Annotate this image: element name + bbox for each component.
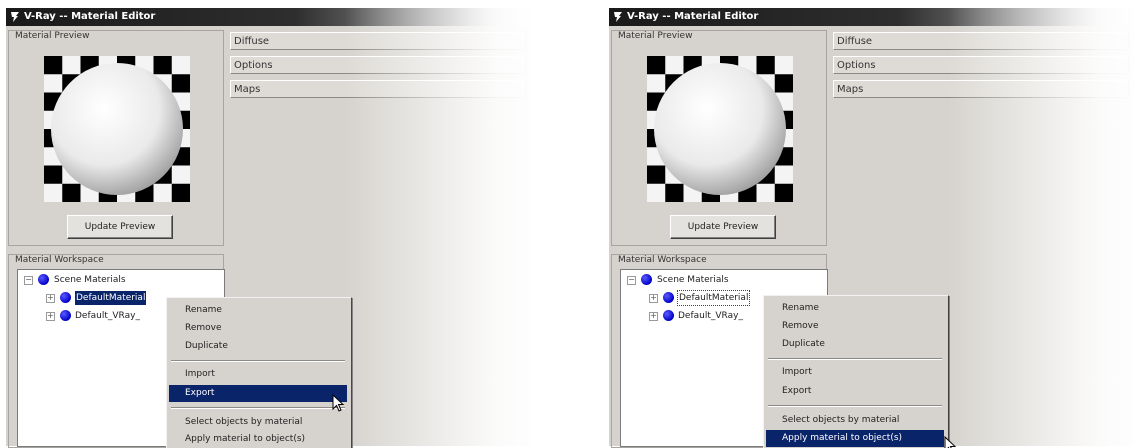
material-workspace-label: Material Workspace xyxy=(616,255,709,265)
material-workspace-label: Material Workspace xyxy=(13,255,106,265)
rollout-maps[interactable]: Maps xyxy=(833,80,1129,98)
menu-item-export[interactable]: Export xyxy=(766,383,944,400)
material-preview-group: Material Preview Update Preview xyxy=(611,30,827,246)
rollout-options[interactable]: Options xyxy=(833,56,1129,74)
menu-item-select-objects-by-material[interactable]: Select objects by material xyxy=(169,414,347,431)
menu-item-rename[interactable]: Rename xyxy=(169,302,347,319)
menu-item-select-objects-by-material[interactable]: Select objects by material xyxy=(766,412,944,429)
material-ball-icon xyxy=(641,274,652,285)
update-preview-button[interactable]: Update Preview xyxy=(670,215,776,239)
menu-separator xyxy=(171,360,345,362)
mouse-cursor-icon xyxy=(944,436,957,448)
menu-separator xyxy=(768,405,942,407)
material-editor-window: V-Ray -- Material Editor Material Previe… xyxy=(6,8,531,448)
menu-item-remove[interactable]: Remove xyxy=(169,320,347,337)
title-bar: V-Ray -- Material Editor xyxy=(6,8,531,26)
menu-item-duplicate[interactable]: Duplicate xyxy=(766,336,944,353)
expand-icon[interactable]: + xyxy=(46,312,55,321)
material-ball-icon xyxy=(60,310,71,321)
material-preview-sphere xyxy=(44,56,190,202)
rollout-diffuse[interactable]: Diffuse xyxy=(833,32,1129,50)
tree-item-label: Scene Materials xyxy=(657,275,729,285)
menu-item-export[interactable]: Export xyxy=(169,385,347,402)
material-ball-icon xyxy=(663,292,674,303)
expand-icon[interactable]: + xyxy=(649,312,658,321)
material-preview-group: Material Preview Update Preview xyxy=(8,30,224,246)
vray-app-icon xyxy=(614,12,622,22)
context-menu: Rename Remove Duplicate Import Export Se… xyxy=(763,295,949,448)
tree-item-label: DefaultMaterial xyxy=(676,290,751,306)
material-ball-icon xyxy=(663,310,674,321)
screenshot-panel-left: V-Ray -- Material Editor Material Previe… xyxy=(0,8,545,448)
material-preview-label: Material Preview xyxy=(13,31,92,41)
menu-item-apply-material[interactable]: Apply material to object(s) xyxy=(766,430,944,447)
material-preview-label: Material Preview xyxy=(616,31,695,41)
material-preview-sphere xyxy=(647,56,793,202)
collapse-icon[interactable]: − xyxy=(627,276,636,285)
menu-item-import[interactable]: Import xyxy=(766,364,944,381)
mouse-cursor-icon xyxy=(332,394,345,412)
tree-item-label: Default_VRay_ xyxy=(75,311,140,321)
menu-item-import[interactable]: Import xyxy=(169,366,347,383)
window-title: V-Ray -- Material Editor xyxy=(24,11,156,22)
expand-icon[interactable]: + xyxy=(46,294,55,303)
tree-item-scene-materials[interactable]: − Scene Materials xyxy=(625,273,815,287)
window-title: V-Ray -- Material Editor xyxy=(627,11,759,22)
menu-item-apply-material[interactable]: Apply material to object(s) xyxy=(169,431,347,448)
rollout-options[interactable]: Options xyxy=(230,56,526,74)
update-preview-button[interactable]: Update Preview xyxy=(67,215,173,239)
rollout-diffuse[interactable]: Diffuse xyxy=(230,32,526,50)
material-ball-icon xyxy=(60,292,71,303)
menu-separator xyxy=(171,407,345,409)
collapse-icon[interactable]: − xyxy=(24,276,33,285)
material-ball-icon xyxy=(38,274,49,285)
menu-separator xyxy=(768,358,942,360)
tree-item-label: Scene Materials xyxy=(54,275,126,285)
tree-item-scene-materials[interactable]: − Scene Materials xyxy=(22,273,212,287)
menu-item-remove[interactable]: Remove xyxy=(766,318,944,335)
rollout-maps[interactable]: Maps xyxy=(230,80,526,98)
vray-app-icon xyxy=(11,12,19,22)
material-editor-window: V-Ray -- Material Editor Material Previe… xyxy=(609,8,1134,448)
menu-item-rename[interactable]: Rename xyxy=(766,300,944,317)
menu-item-duplicate[interactable]: Duplicate xyxy=(169,338,347,355)
context-menu: Rename Remove Duplicate Import Export Se… xyxy=(166,297,352,448)
tree-item-label: DefaultMaterial xyxy=(75,291,147,305)
tree-item-label: Default_VRay_ xyxy=(678,311,743,321)
title-bar: V-Ray -- Material Editor xyxy=(609,8,1134,26)
expand-icon[interactable]: + xyxy=(649,294,658,303)
screenshot-panel-right: V-Ray -- Material Editor Material Previe… xyxy=(603,8,1148,448)
